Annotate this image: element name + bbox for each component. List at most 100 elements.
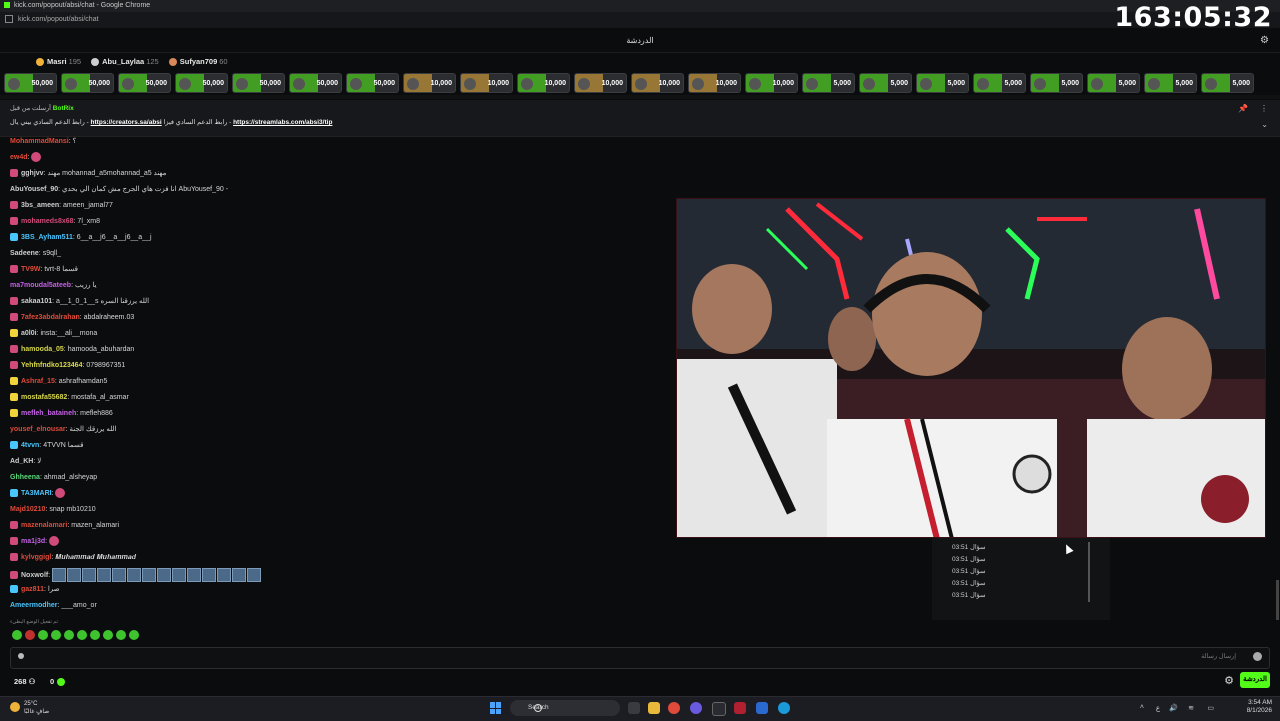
windows-start-icon[interactable] [490, 702, 502, 714]
tray-chevron-icon[interactable]: ˄ [1140, 704, 1144, 711]
chat-message[interactable]: Ad_KH: لا [10, 456, 41, 468]
kick-gift-card[interactable]: 50,000 [289, 73, 342, 93]
taskbar-clock[interactable]: 3:54 AM 8/1/2026 [1247, 699, 1272, 715]
quick-emote-icon[interactable] [18, 653, 24, 659]
history-item[interactable]: 03:51 سؤال [952, 543, 985, 553]
chat-username[interactable]: Ameermodher [10, 602, 57, 609]
chat-scrollbar[interactable] [1276, 580, 1279, 620]
chat-message[interactable]: ma1j3d: [10, 536, 60, 548]
kick-gift-card[interactable]: 10,000 [460, 73, 513, 93]
kick-gift-card[interactable]: 10,000 [631, 73, 684, 93]
pin-icon[interactable]: 📌 [1238, 104, 1248, 113]
kicks-scroll-strip[interactable] [0, 95, 1280, 99]
chat-message[interactable]: mohameds8x68: 7l_xm8 [10, 216, 100, 228]
app-window-icon[interactable] [712, 702, 726, 716]
chat-settings-icon[interactable]: ⚙ [1224, 674, 1234, 687]
chat-message[interactable]: gaz811: صرا [10, 584, 60, 596]
chat-username[interactable]: AbuYousef_90 [10, 186, 58, 193]
kick-gift-card[interactable]: 50,000 [4, 73, 57, 93]
history-item[interactable]: 03:51 سؤال [952, 579, 985, 589]
chat-message[interactable]: mefleh_bataineh: mefleh886 [10, 408, 113, 420]
chat-message[interactable]: Noxwolf: [10, 568, 262, 582]
wifi-icon[interactable]: ≋ [1188, 704, 1194, 712]
quick-emote-icon[interactable] [103, 630, 113, 640]
chat-message[interactable]: mostafa55682: mostafa_al_asmar [10, 392, 129, 404]
kick-gift-card[interactable]: 5,000 [859, 73, 912, 93]
chat-message[interactable]: AbuYousef_90: انا فزت هاي الجرج مش كمان … [10, 184, 228, 196]
chat-username[interactable]: TV9W [21, 266, 40, 273]
chat-username[interactable]: yousef_elnousar [10, 426, 66, 433]
url-text[interactable]: kick.com/popout/absi/chat [18, 16, 99, 23]
history-item[interactable]: 03:51 سؤال [952, 591, 985, 601]
kick-gift-card[interactable]: 50,000 [118, 73, 171, 93]
kick-gift-card[interactable]: 50,000 [175, 73, 228, 93]
kick-gift-card[interactable]: 5,000 [973, 73, 1026, 93]
chat-username[interactable]: Sadeene [10, 250, 39, 257]
quick-emote-icon[interactable] [77, 630, 87, 640]
chat-message[interactable]: 7afez3abdalrahan: abdalraheem.03 [10, 312, 134, 324]
kick-gift-card[interactable]: 5,000 [1144, 73, 1197, 93]
chat-message[interactable]: Ameermodher: ___amo_or [10, 600, 97, 612]
chat-message[interactable]: yousef_elnousar: الله يرزقك الجنة [10, 424, 116, 436]
pinned-link-b[interactable]: https://streamlabs.com/absi3/tip [233, 119, 332, 126]
address-bar[interactable]: kick.com/popout/absi/chat [0, 12, 1280, 28]
chat-username[interactable]: mefleh_bataineh [21, 410, 76, 417]
history-scrollbar[interactable] [1088, 542, 1090, 602]
chat-username[interactable]: mohameds8x68 [21, 218, 74, 225]
chat-username[interactable]: Majd10210 [10, 506, 45, 513]
kick-gift-card[interactable]: 50,000 [61, 73, 114, 93]
chat-username[interactable]: mazenalamari [21, 522, 67, 529]
chat-message[interactable]: Yehfnfndko123464: 0798967351 [10, 360, 125, 372]
chat-message[interactable]: kylvggigl: 𝑴𝒖𝒉𝒂𝒎𝒎𝒂𝒅 𝑴𝒖𝒉𝒂𝒎𝒎𝒂𝒅 [10, 552, 136, 564]
kick-gift-card[interactable]: 50,000 [346, 73, 399, 93]
chat-username[interactable]: 7afez3abdalrahan [21, 314, 80, 321]
chat-message[interactable]: TV9W: tvrt-8 قسما [10, 264, 78, 276]
chat-messages-list[interactable]: MohammadMansi: ؟ ew4d: gghjvv: مهند mohan… [10, 136, 670, 650]
chat-message[interactable]: Sadeene: s9qll_ [10, 248, 61, 260]
chat-message[interactable]: 4tvvn: 4TVVN قسما [10, 440, 83, 452]
more-options-icon[interactable]: ⋮ [1260, 104, 1268, 113]
quick-emote-icon[interactable] [51, 630, 61, 640]
chat-message[interactable]: Ashraf_15: ashrafhamdan5 [10, 376, 107, 388]
quick-emote-icon[interactable] [25, 630, 35, 640]
history-item[interactable]: 03:51 سؤال [952, 567, 985, 577]
steam-icon[interactable] [756, 702, 768, 714]
chat-username[interactable]: a0l0i [21, 330, 37, 337]
chat-message[interactable]: Majd10210: snap mb10210 [10, 504, 96, 516]
chat-username[interactable]: hamooda_05 [21, 346, 64, 353]
chat-username[interactable]: kylvggigl [21, 554, 51, 561]
kick-gift-card[interactable]: 10,000 [517, 73, 570, 93]
pinned-link-a[interactable]: https://creators.sa/absi [91, 119, 162, 126]
chat-message[interactable]: TA3MARI: [10, 488, 66, 500]
chat-username[interactable]: Ad_KH [10, 458, 33, 465]
quick-emote-icon[interactable] [90, 630, 100, 640]
kick-gift-card[interactable]: 5,000 [1087, 73, 1140, 93]
kick-gift-card[interactable]: 10,000 [745, 73, 798, 93]
chat-send-button[interactable]: الدردشة [1240, 672, 1270, 688]
chat-username[interactable]: mostafa55682 [21, 394, 67, 401]
chat-message[interactable]: Ghheena: ahmad_alsheyap [10, 472, 97, 484]
chat-username[interactable]: 3BS_Ayham511 [21, 234, 73, 241]
chat-username[interactable]: gaz811 [21, 586, 44, 593]
pinned-bot-name[interactable]: BotRix [53, 105, 74, 112]
chat-username[interactable]: ma1j3d [21, 538, 45, 545]
file-explorer-icon[interactable] [648, 702, 660, 714]
kick-gift-card[interactable]: 5,000 [1201, 73, 1254, 93]
kick-gift-card[interactable]: 5,000 [802, 73, 855, 93]
chat-message[interactable]: a0l0i: insta:__ali__mona [10, 328, 97, 340]
chat-message[interactable]: ew4d: [10, 152, 42, 164]
channel-points[interactable]: 0 [50, 676, 66, 688]
taskbar-search[interactable]: Search [510, 700, 620, 716]
chat-message[interactable]: hamooda_05: hamooda_abuhardan [10, 344, 134, 356]
quick-emote-icon[interactable] [116, 630, 126, 640]
language-icon[interactable]: ع [1156, 704, 1160, 712]
chat-username[interactable]: MohammadMansi [10, 138, 69, 145]
emoji-picker-icon[interactable] [1253, 652, 1262, 661]
user-settings-icon[interactable]: ⚙ [1260, 36, 1270, 46]
weather-widget[interactable]: 25°C صافٍ غالبًا [10, 700, 49, 716]
chevron-down-icon[interactable]: ⌄ [1261, 120, 1268, 129]
edge-icon[interactable] [778, 702, 790, 714]
capcut-icon[interactable] [734, 702, 746, 714]
quick-emote-icon[interactable] [64, 630, 74, 640]
chat-message[interactable]: MohammadMansi: ؟ [10, 136, 76, 148]
